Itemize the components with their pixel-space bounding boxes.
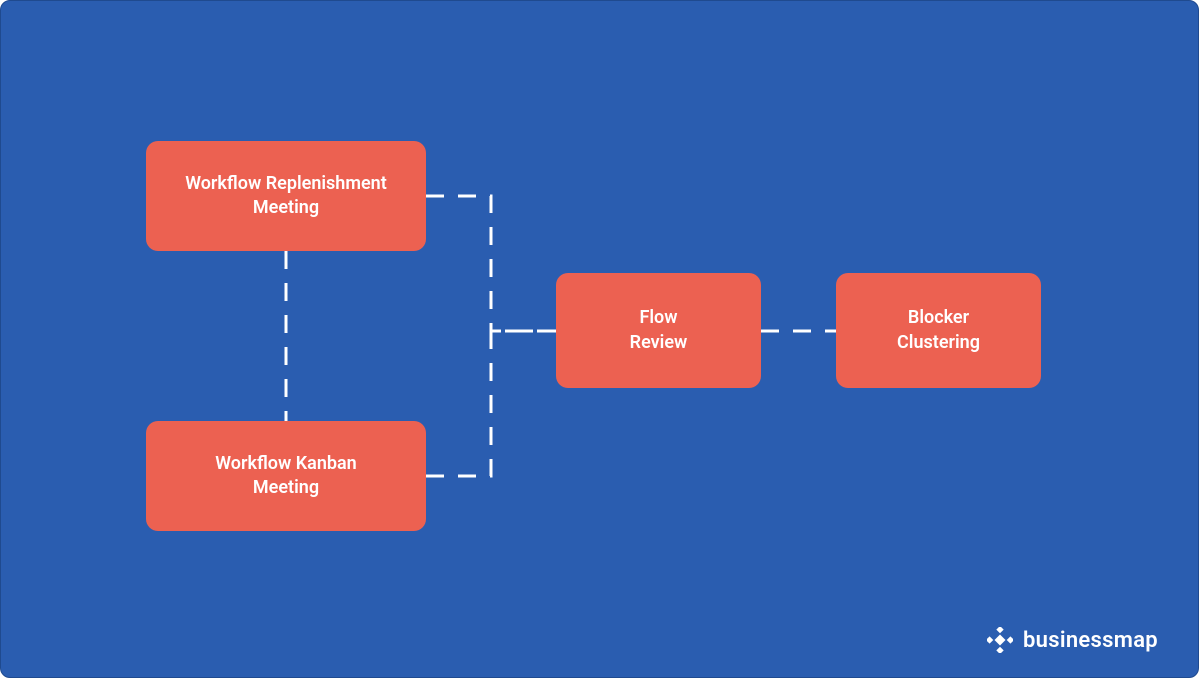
brand-logo: businessmap <box>987 627 1158 653</box>
node-label: Workflow Kanban Meeting <box>215 452 356 501</box>
diagram-canvas: Workflow Replenishment Meeting Workflow … <box>0 0 1199 678</box>
node-label: Blocker Clustering <box>897 306 980 355</box>
connector-replenishment-flowreview <box>426 196 556 331</box>
node-workflow-kanban-meeting: Workflow Kanban Meeting <box>146 421 426 531</box>
brand-name: businessmap <box>1023 628 1158 653</box>
diamond-plus-icon <box>987 627 1013 653</box>
node-label: Workflow Replenishment Meeting <box>185 172 387 221</box>
node-blocker-clustering: Blocker Clustering <box>836 273 1041 388</box>
node-workflow-replenishment-meeting: Workflow Replenishment Meeting <box>146 141 426 251</box>
connector-kanban-flowreview <box>426 331 556 476</box>
node-flow-review: Flow Review <box>556 273 761 388</box>
node-label: Flow Review <box>630 306 688 355</box>
